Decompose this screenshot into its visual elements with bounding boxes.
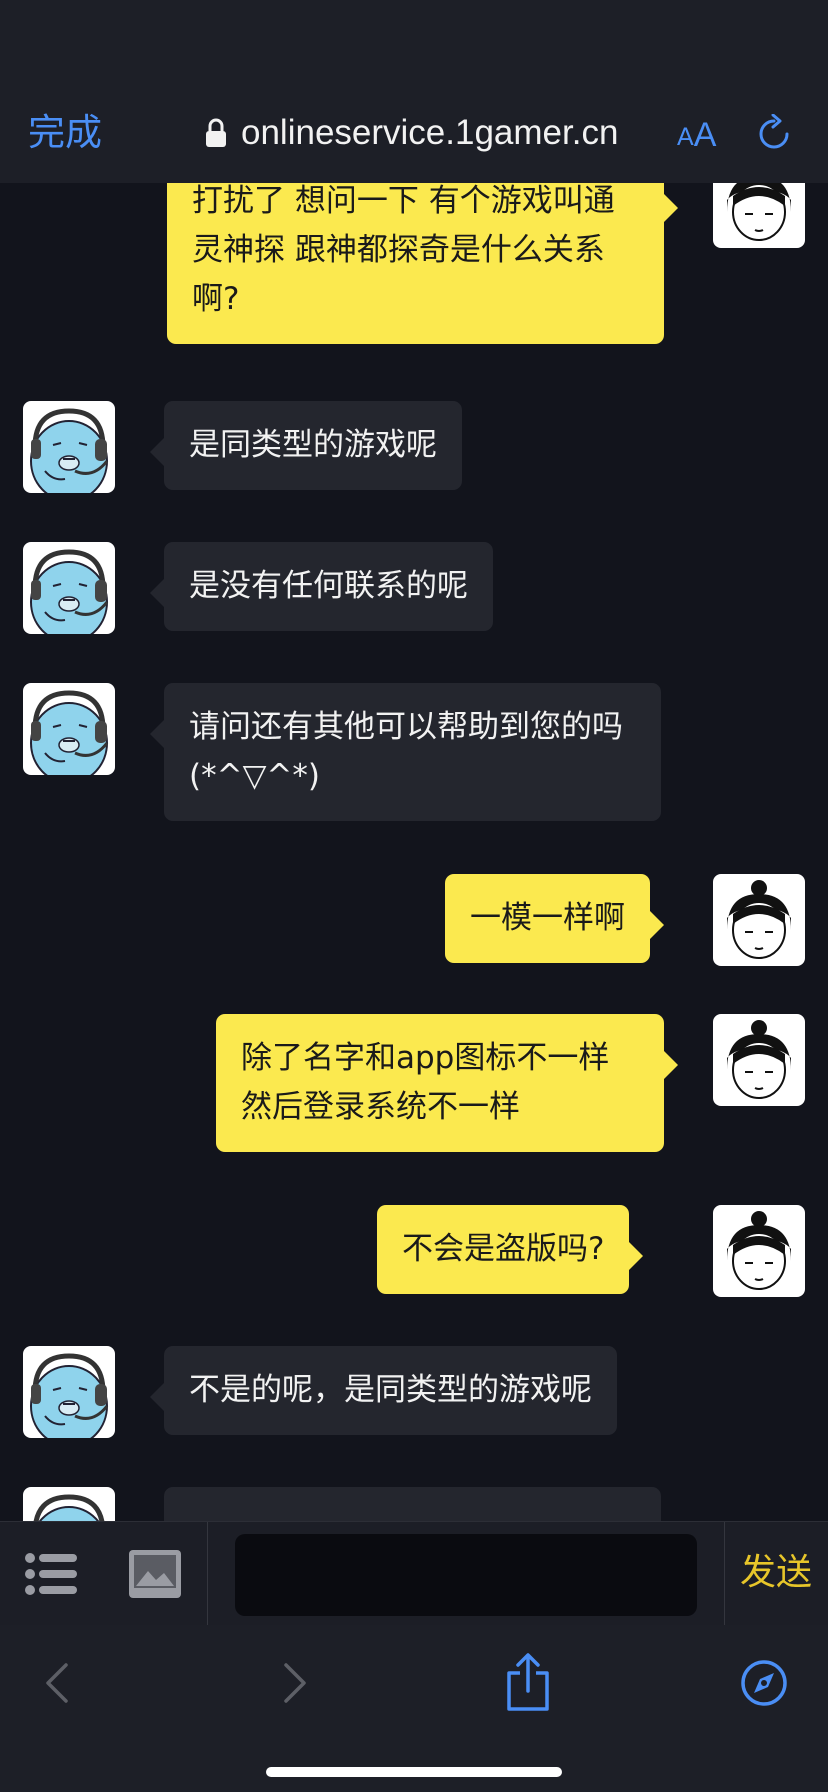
message-bubble-agent: 不是的呢，是同类型的游戏呢 xyxy=(150,1346,617,1435)
agent-avatar[interactable] xyxy=(23,683,115,775)
seal-agent-avatar-icon xyxy=(33,1494,105,1521)
forward-icon[interactable] xyxy=(280,1661,310,1705)
done-button[interactable]: 完成 xyxy=(28,110,102,156)
url-text: onlineservice.1gamer.cn xyxy=(241,113,619,152)
divider xyxy=(724,1522,725,1626)
reload-icon[interactable] xyxy=(754,114,794,154)
girl-avatar-icon xyxy=(727,183,791,241)
user-avatar[interactable] xyxy=(713,183,805,248)
chat-message-list[interactable]: 打扰了 想问一下 有个游戏叫通灵神探 跟神都探奇是什么关系啊? 是同类型的游戏呢… xyxy=(0,183,828,1521)
agent-avatar[interactable] xyxy=(23,542,115,634)
user-avatar[interactable] xyxy=(713,1205,805,1297)
seal-agent-avatar-icon xyxy=(30,1353,109,1438)
text-size-button[interactable]: A A xyxy=(677,110,716,156)
seal-agent-avatar-icon xyxy=(30,690,109,775)
compass-icon[interactable] xyxy=(740,1659,788,1707)
text-size-small-label: A xyxy=(677,123,694,151)
girl-avatar-icon xyxy=(727,1020,791,1099)
message-bubble-user: 除了名字和app图标不一样然后登录系统不一样 xyxy=(216,1014,678,1152)
message-input[interactable] xyxy=(235,1534,697,1616)
message-bubble-user: 一模一样啊 xyxy=(445,874,664,963)
text-size-large-label: A xyxy=(693,116,717,154)
image-icon[interactable] xyxy=(128,1549,182,1599)
girl-avatar-icon xyxy=(727,880,791,959)
share-icon[interactable] xyxy=(505,1653,551,1711)
message-bubble-agent: 是同类型的游戏呢 xyxy=(150,401,462,490)
message-bubble-agent: 是没有任何联系的呢 xyxy=(150,542,493,631)
screen: 完成 onlineservice.1gamer.cn A A 打扰了 想问一下 … xyxy=(0,0,828,1792)
list-icon[interactable] xyxy=(25,1552,77,1596)
girl-avatar-icon xyxy=(727,1211,791,1290)
agent-avatar[interactable] xyxy=(23,401,115,493)
seal-agent-avatar-icon xyxy=(30,549,109,634)
message-bubble-user: 打扰了 想问一下 有个游戏叫通灵神探 跟神都探奇是什么关系啊? xyxy=(167,183,678,344)
message-bubble-user: 不会是盗版吗? xyxy=(377,1205,644,1294)
browser-top-bar: 完成 onlineservice.1gamer.cn A A xyxy=(0,0,828,183)
message-bubble-agent xyxy=(164,1487,661,1521)
agent-avatar[interactable] xyxy=(23,1346,115,1438)
user-avatar[interactable] xyxy=(713,874,805,966)
send-button[interactable]: 发送 xyxy=(740,1550,812,1596)
message-bubble-agent: 请问还有其他可以帮助到您的吗(*^▽^*) xyxy=(150,683,661,821)
divider xyxy=(207,1522,208,1626)
back-icon[interactable] xyxy=(42,1661,72,1705)
address-bar[interactable]: onlineservice.1gamer.cn xyxy=(205,110,618,156)
seal-agent-avatar-icon xyxy=(30,408,109,493)
browser-bottom-toolbar xyxy=(0,1625,828,1792)
user-avatar[interactable] xyxy=(713,1014,805,1106)
message-input-bar: 发送 xyxy=(0,1521,828,1626)
lock-icon xyxy=(206,118,226,147)
agent-avatar[interactable] xyxy=(23,1487,115,1521)
home-indicator xyxy=(266,1767,562,1777)
